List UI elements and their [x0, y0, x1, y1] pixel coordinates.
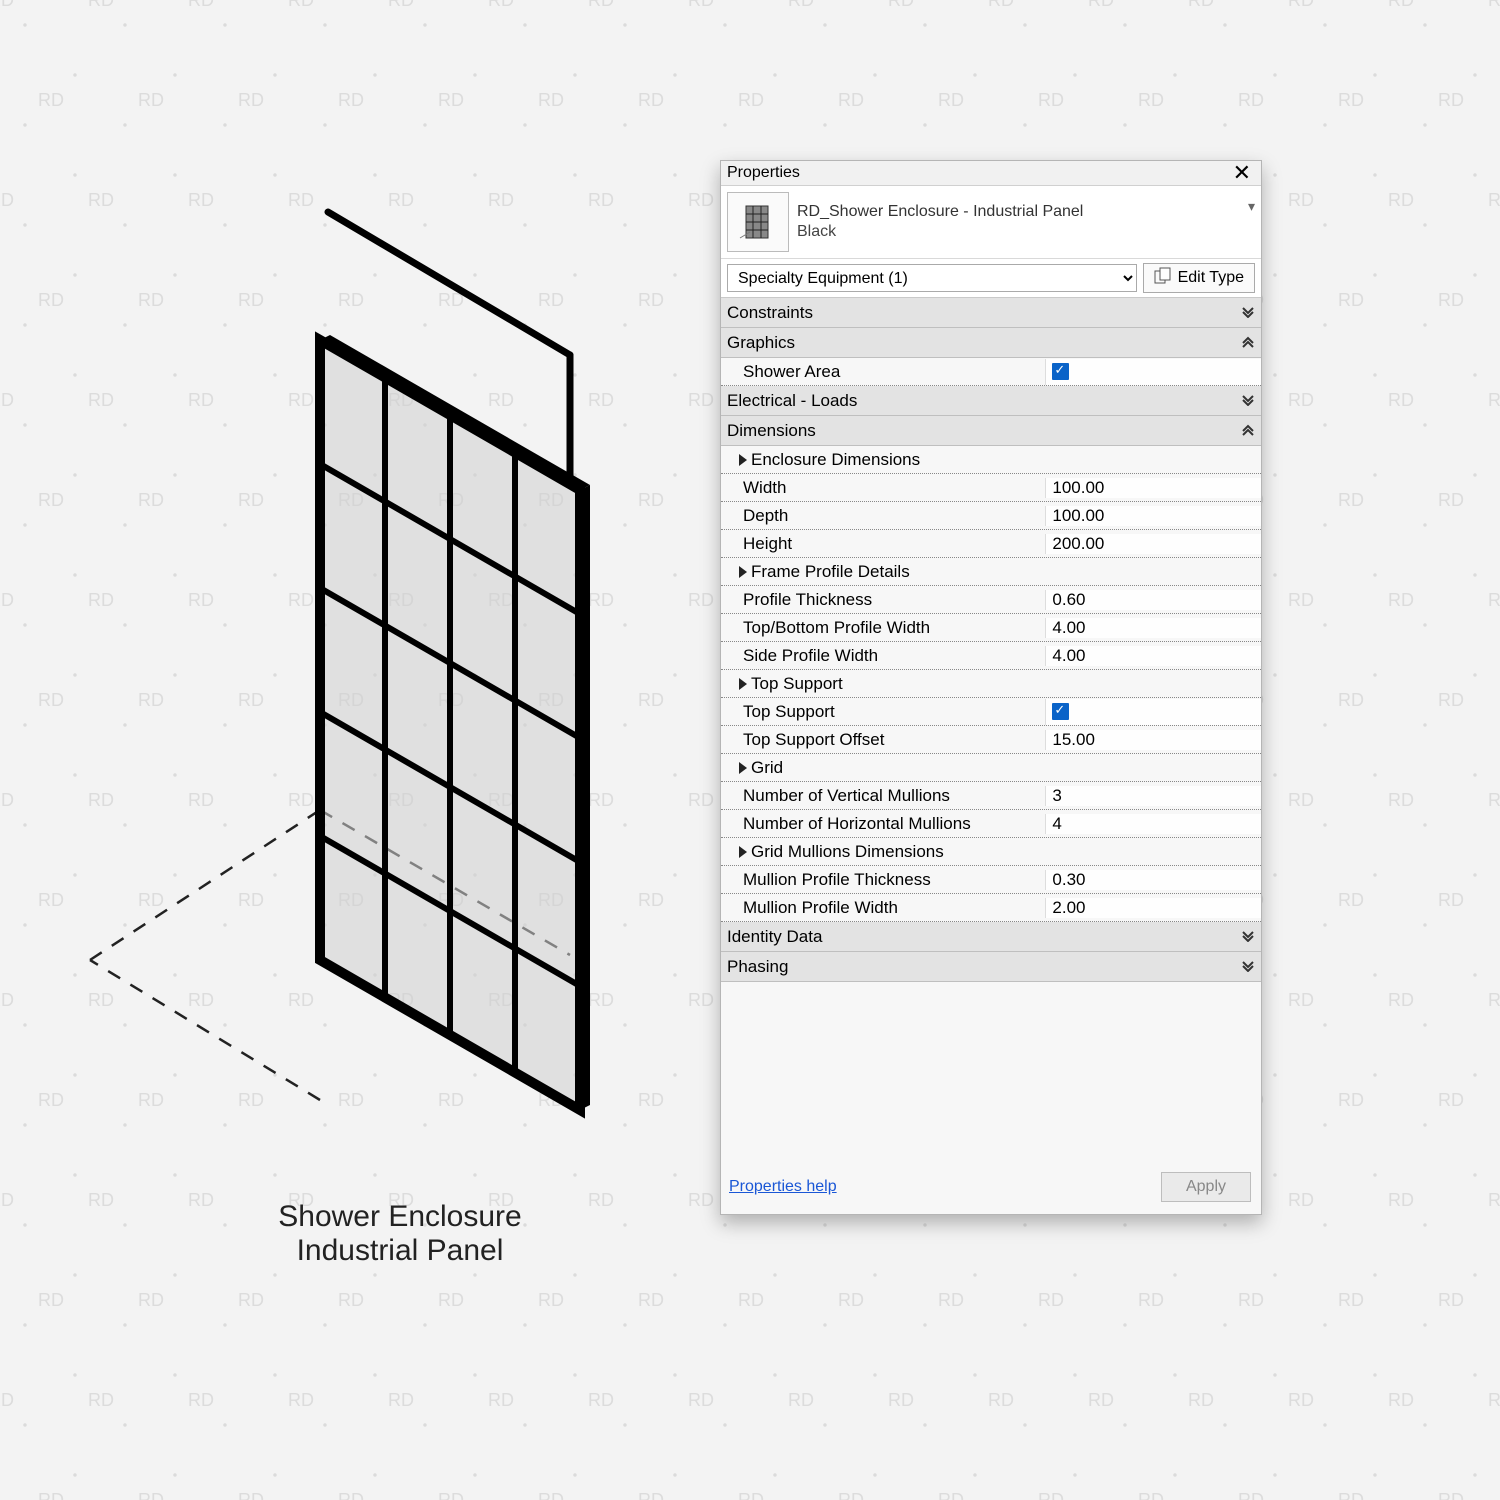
param-height: Height200.00 [721, 530, 1261, 558]
param-value-height[interactable]: 200.00 [1045, 534, 1261, 554]
group-identity-data[interactable]: Identity Data [721, 922, 1261, 952]
edit-type-icon [1154, 267, 1172, 290]
param-value-top-support[interactable] [1045, 699, 1261, 725]
param-label: Top/Bottom Profile Width [721, 618, 1045, 638]
param-profile-thickness: Profile Thickness0.60 [721, 586, 1261, 614]
subgroup-label: Grid Mullions Dimensions [721, 842, 1041, 862]
subgroup-frame-profile-details[interactable]: Frame Profile Details [721, 558, 1261, 586]
triangle-right-icon [739, 762, 747, 774]
group-phasing[interactable]: Phasing [721, 952, 1261, 982]
group-label: Identity Data [727, 927, 822, 947]
apply-button[interactable]: Apply [1161, 1172, 1251, 1202]
param-label: Number of Horizontal Mullions [721, 814, 1045, 834]
param-label: Number of Vertical Mullions [721, 786, 1045, 806]
param-top-support-offset: Top Support Offset15.00 [721, 726, 1261, 754]
properties-titlebar[interactable]: Properties ✕ [721, 161, 1261, 186]
expand-icon [1241, 925, 1255, 948]
model-caption: Shower Enclosure Industrial Panel [200, 1200, 600, 1268]
collapse-icon [1241, 331, 1255, 354]
param-value-depth[interactable]: 100.00 [1045, 506, 1261, 526]
subgroup-label: Enclosure Dimensions [721, 450, 1041, 470]
subgroup-top-support[interactable]: Top Support [721, 670, 1261, 698]
close-icon[interactable]: ✕ [1229, 165, 1255, 181]
param-value-mullion-profile-thickness[interactable]: 0.30 [1045, 870, 1261, 890]
group-label: Dimensions [727, 421, 816, 441]
param-width: Width100.00 [721, 474, 1261, 502]
param-label: Side Profile Width [721, 646, 1045, 666]
param-side-profile-width: Side Profile Width4.00 [721, 642, 1261, 670]
subgroup-grid[interactable]: Grid [721, 754, 1261, 782]
subgroup-label: Frame Profile Details [721, 562, 1041, 582]
expand-icon [1241, 301, 1255, 324]
checkbox-checked-icon[interactable] [1052, 363, 1069, 380]
group-label: Phasing [727, 957, 788, 977]
expand-icon [1241, 389, 1255, 412]
param-value-shower-area[interactable] [1045, 359, 1261, 385]
param-label: Height [721, 534, 1045, 554]
properties-panel: Properties ✕ RD_Shower Enclosure - Indus… [720, 160, 1262, 1215]
group-constraints[interactable]: Constraints [721, 298, 1261, 328]
param-label: Top Support Offset [721, 730, 1045, 750]
group-label: Graphics [727, 333, 795, 353]
param-top-support: Top Support [721, 698, 1261, 726]
group-dimensions[interactable]: Dimensions [721, 416, 1261, 446]
param-value-number-of-horizontal-mullions[interactable]: 4 [1045, 814, 1261, 834]
edit-type-label: Edit Type [1178, 269, 1244, 287]
param-value-mullion-profile-width[interactable]: 2.00 [1045, 898, 1261, 918]
properties-grid: Constraints Graphics Shower Area Electrical… [721, 298, 1261, 982]
subgroup-label: Grid [721, 758, 1041, 778]
edit-type-button[interactable]: Edit Type [1143, 263, 1255, 293]
expand-icon [1241, 955, 1255, 978]
group-electrical-loads[interactable]: Electrical - Loads [721, 386, 1261, 416]
param-label: Profile Thickness [721, 590, 1045, 610]
param-number-of-horizontal-mullions: Number of Horizontal Mullions4 [721, 810, 1261, 838]
param-depth: Depth100.00 [721, 502, 1261, 530]
type-name: RD_Shower Enclosure - Industrial Panel [797, 202, 1240, 222]
caption-line1: Shower Enclosure [200, 1200, 600, 1234]
param-top-bottom-profile-width: Top/Bottom Profile Width4.00 [721, 614, 1261, 642]
group-graphics[interactable]: Graphics [721, 328, 1261, 358]
caption-line2: Industrial Panel [200, 1234, 600, 1268]
param-label: Depth [721, 506, 1045, 526]
type-variant: Black [797, 222, 1240, 242]
category-filter-dropdown[interactable]: Specialty Equipment (1) [727, 264, 1137, 292]
panel-title: Properties [727, 164, 800, 182]
param-mullion-profile-width: Mullion Profile Width2.00 [721, 894, 1261, 922]
triangle-right-icon [739, 846, 747, 858]
type-thumbnail [727, 192, 789, 252]
chevron-down-icon[interactable]: ▾ [1248, 198, 1255, 215]
triangle-right-icon [739, 566, 747, 578]
model-3d-view [80, 190, 700, 1190]
collapse-icon [1241, 419, 1255, 442]
subgroup-enclosure-dimensions[interactable]: Enclosure Dimensions [721, 446, 1261, 474]
param-label: Mullion Profile Width [721, 898, 1045, 918]
param-shower-area: Shower Area [721, 358, 1261, 386]
type-selector[interactable]: RD_Shower Enclosure - Industrial Panel B… [721, 186, 1261, 259]
param-label: Width [721, 478, 1045, 498]
properties-help-link[interactable]: Properties help [729, 1178, 837, 1196]
group-label: Constraints [727, 303, 813, 323]
param-value-top-bottom-profile-width[interactable]: 4.00 [1045, 618, 1261, 638]
param-mullion-profile-thickness: Mullion Profile Thickness0.30 [721, 866, 1261, 894]
param-value-side-profile-width[interactable]: 4.00 [1045, 646, 1261, 666]
subgroup-label: Top Support [721, 674, 1041, 694]
subgroup-grid-mullions-dimensions[interactable]: Grid Mullions Dimensions [721, 838, 1261, 866]
param-value-width[interactable]: 100.00 [1045, 478, 1261, 498]
triangle-right-icon [739, 678, 747, 690]
param-label: Shower Area [721, 362, 1045, 382]
param-number-of-vertical-mullions: Number of Vertical Mullions3 [721, 782, 1261, 810]
group-label: Electrical - Loads [727, 391, 857, 411]
param-value-number-of-vertical-mullions[interactable]: 3 [1045, 786, 1261, 806]
triangle-right-icon [739, 454, 747, 466]
param-value-profile-thickness[interactable]: 0.60 [1045, 590, 1261, 610]
checkbox-checked-icon[interactable] [1052, 703, 1069, 720]
param-label: Mullion Profile Thickness [721, 870, 1045, 890]
param-value-top-support-offset[interactable]: 15.00 [1045, 730, 1261, 750]
param-label: Top Support [721, 702, 1045, 722]
